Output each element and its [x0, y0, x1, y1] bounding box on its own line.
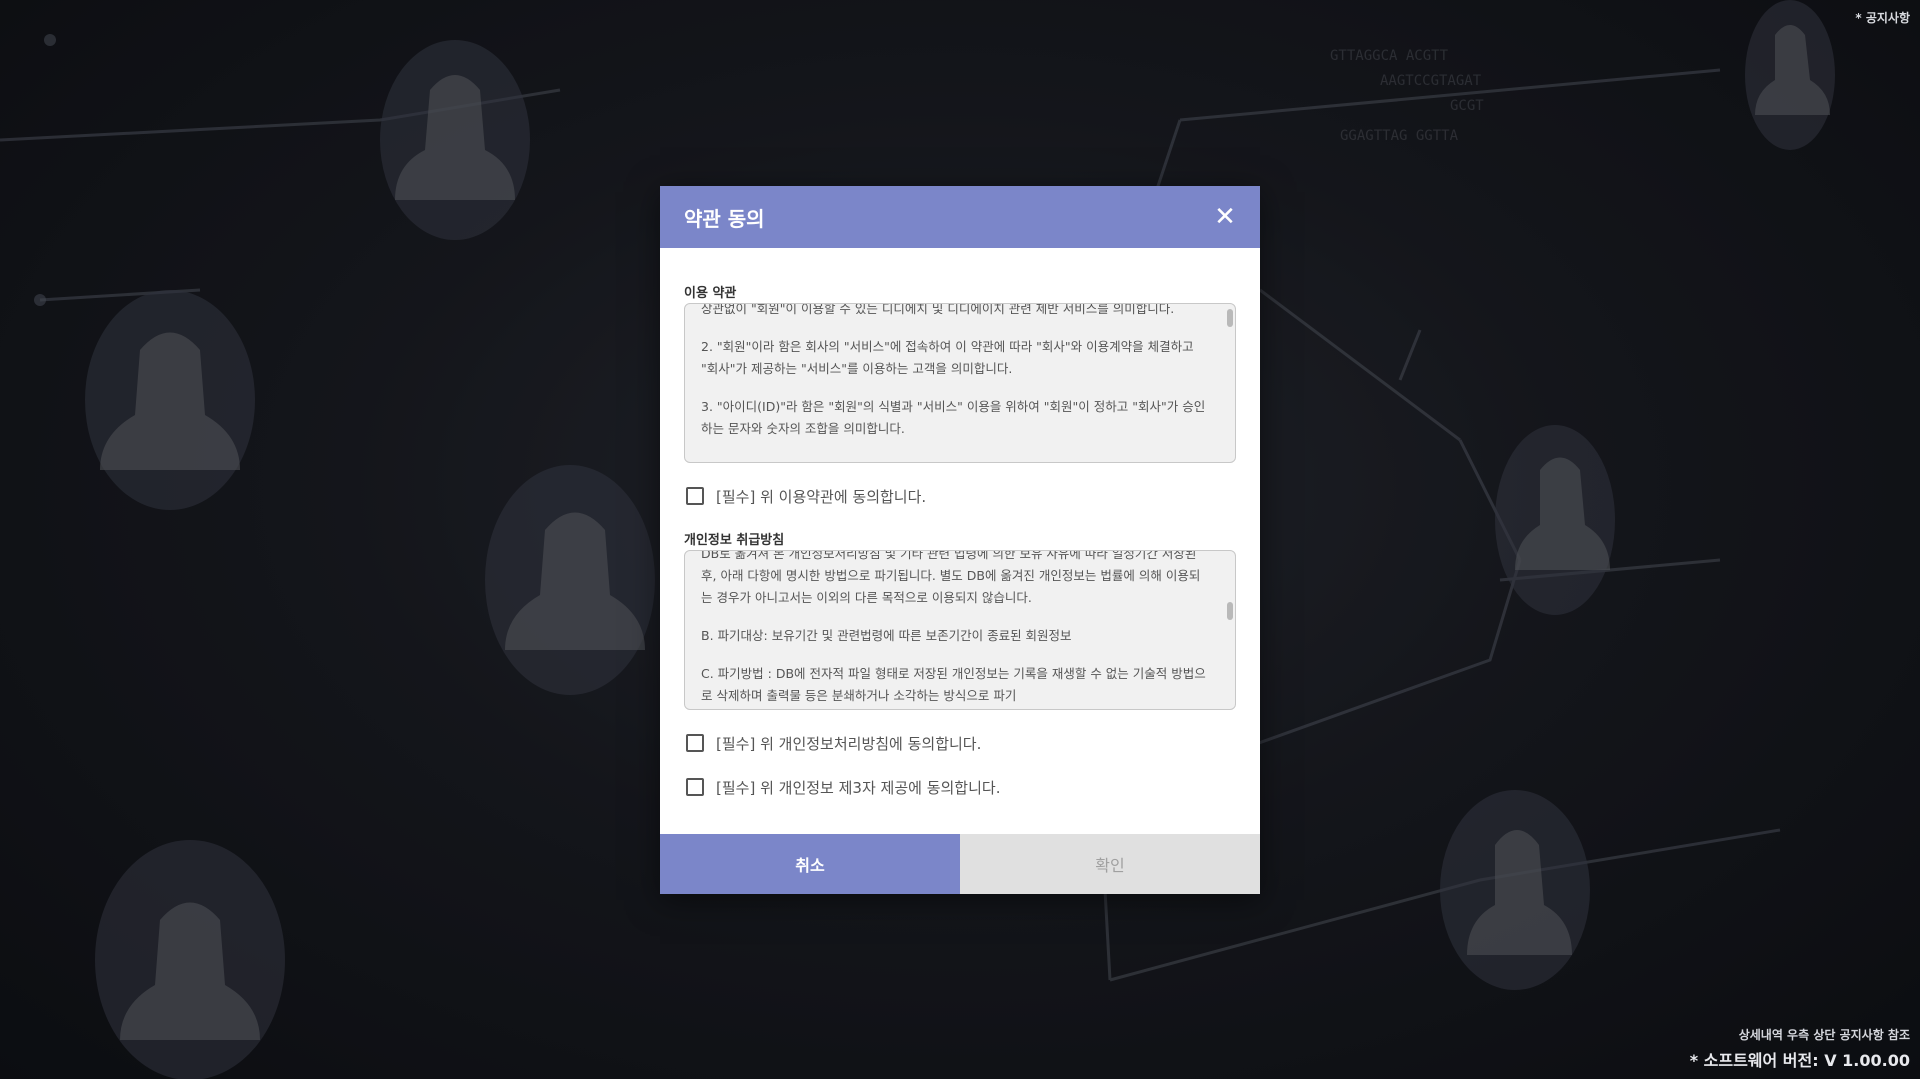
third-party-agree-row[interactable]: [필수] 위 개인정보 제3자 제공에 동의합니다. [686, 776, 1236, 798]
terms-agree-checkbox[interactable] [686, 487, 704, 505]
terms-agree-label[interactable]: [필수] 위 이용약관에 동의합니다. [716, 486, 926, 507]
terms-paragraph: 3. "아이디(ID)"라 함은 "회원"의 식별과 "서비스" 이용을 위하여… [701, 399, 1206, 436]
terms-paragraph: 2. "회원"이라 함은 회사의 "서비스"에 접속하여 이 약관에 따라 "회… [701, 339, 1194, 376]
confirm-button[interactable]: 확인 [960, 834, 1260, 894]
terms-agreement-modal: 약관 동의 ✕ 이용 약관 상관없이 "회원"이 이용할 수 있는 디디에치 및… [660, 186, 1260, 894]
modal-footer: 취소 확인 [660, 834, 1260, 894]
footer-info: 상세내역 우측 상단 공지사항 참조 * 소프트웨어 버전: V 1.00.00 [1690, 1026, 1910, 1071]
modal-header: 약관 동의 ✕ [660, 186, 1260, 248]
privacy-policy-label: 개인정보 취급방침 [684, 533, 785, 548]
third-party-agree-label[interactable]: [필수] 위 개인정보 제3자 제공에 동의합니다. [716, 777, 1000, 798]
third-party-agree-checkbox[interactable] [686, 778, 704, 796]
terms-of-use-scrollbox[interactable]: 상관없이 "회원"이 이용할 수 있는 디디에치 및 디디에이치 관련 제반 서… [684, 303, 1236, 463]
software-version: * 소프트웨어 버전: V 1.00.00 [1689, 1051, 1910, 1070]
modal-body: 이용 약관 상관없이 "회원"이 이용할 수 있는 디디에치 및 디디에이치 관… [660, 248, 1260, 798]
notice-link[interactable]: * 공지사항 [1855, 9, 1910, 26]
terms-agree-row[interactable]: [필수] 위 이용약관에 동의합니다. [686, 485, 1236, 507]
reference-note: 상세내역 우측 상단 공지사항 참조 [1738, 1028, 1910, 1042]
privacy-scrollbar[interactable] [1225, 554, 1233, 706]
privacy-agree-row[interactable]: [필수] 위 개인정보처리방침에 동의합니다. [686, 732, 1236, 754]
terms-scrollbar[interactable] [1225, 307, 1233, 459]
privacy-policy-scrollbox[interactable]: DB로 옮겨져 본 개인정보처리방침 및 기타 관련 법령에 의한 보유 사유에… [684, 550, 1236, 710]
privacy-policy-text: DB로 옮겨져 본 개인정보처리방침 및 기타 관련 법령에 의한 보유 사유에… [701, 550, 1207, 709]
terms-of-use-label: 이용 약관 [684, 286, 737, 301]
modal-title: 약관 동의 [684, 206, 765, 231]
terms-scrollbar-thumb[interactable] [1227, 309, 1233, 327]
cancel-button[interactable]: 취소 [660, 834, 960, 894]
privacy-scrollbar-thumb[interactable] [1227, 602, 1233, 620]
privacy-paragraph: DB로 옮겨져 본 개인정보처리방침 및 기타 관련 법령에 의한 보유 사유에… [701, 550, 1201, 605]
terms-of-use-text: 상관없이 "회원"이 이용할 수 있는 디디에치 및 디디에이치 관련 제반 서… [701, 303, 1207, 456]
privacy-agree-label[interactable]: [필수] 위 개인정보처리방침에 동의합니다. [716, 733, 981, 754]
terms-paragraph: 상관없이 "회원"이 이용할 수 있는 디디에치 및 디디에이치 관련 제반 서… [701, 303, 1175, 316]
privacy-paragraph: B. 파기대상: 보유기간 및 관련법령에 따른 보존기간이 종료된 회원정보 [701, 628, 1072, 643]
close-icon[interactable]: ✕ [1212, 204, 1238, 230]
privacy-paragraph: C. 파기방법 : DB에 전자적 파일 형태로 저장된 개인정보는 기록을 재… [701, 666, 1206, 703]
privacy-agree-checkbox[interactable] [686, 734, 704, 752]
